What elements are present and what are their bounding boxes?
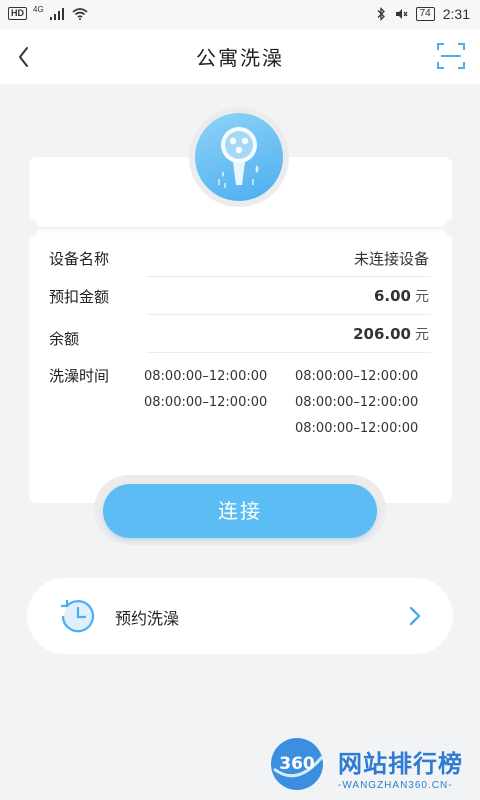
page-title: 公寓洗澡 [196,46,284,70]
status-left: HD 4G [8,5,88,20]
shower-head-icon [218,127,259,188]
prepay-label: 预扣金额 [49,288,110,306]
network-label: 4G [33,5,44,14]
bluetooth-icon [377,7,385,21]
device-label: 设备名称 [49,250,110,268]
status-right: 74 2:31 [376,6,470,22]
booking-label: 预约洗澡 [115,609,180,628]
status-bar: HD 4G 74 2:31 [0,0,480,30]
watermark-subtitle: -WANGZHAN360.CN- [338,780,453,791]
time-slot: 08:00:00–12:00:00 [144,369,268,384]
time-label: 洗澡时间 [49,367,110,385]
shower-badge-inner [195,113,283,201]
wifi-icon [72,7,88,20]
booking-arrow [405,604,425,628]
watermark-360-icon: 360 [271,738,324,790]
connect-button[interactable]: 连接 [103,484,377,538]
scan-icon [437,43,465,69]
balance-amount: 206.00 [353,325,411,343]
device-value: 未连接设备 [353,250,429,268]
device-row: 设备名称 未连接设备 [49,239,431,277]
time-slot: 08:00:00–12:00:00 [295,421,419,436]
time-slot: 08:00:00–12:00:00 [144,395,268,410]
status-time: 2:31 [442,6,470,22]
chevron-right-icon [409,606,421,626]
card-notch-right [443,219,461,237]
card-notch-left [20,219,38,237]
hd-badge: HD [8,7,27,20]
balance-label: 余额 [49,330,80,348]
nav-bar: 公寓洗澡 [0,30,480,84]
prepay-value: 6.00 元 [374,286,429,306]
info-card: 设备名称 未连接设备 预扣金额 6.00 元 余额 206.00 元 洗澡时间 08… [20,157,461,503]
signal-icon [49,7,64,20]
page: HD 4G 74 2:31 公寓洗澡 设备名称 未连接设备 预扣金额 6.00 … [0,0,480,800]
clock-history-icon [61,600,95,633]
prepay-unit: 元 [415,289,429,305]
scan-button[interactable] [434,39,468,73]
watermark-title: 网站排行榜 [338,750,463,778]
booking-icon-wrap [55,594,99,638]
balance-value: 206.00 元 [353,324,429,344]
battery-indicator: 74 [415,7,435,21]
prepay-amount: 6.00 [373,287,411,305]
time-slot: 08:00:00–12:00:00 [295,369,419,384]
balance-unit: 元 [415,327,429,343]
shower-badge [189,107,289,207]
prepay-row: 预扣金额 6.00 元 [49,277,431,315]
watermark-logo-text: 360 [279,754,315,774]
time-slot: 08:00:00–12:00:00 [295,395,419,410]
row-divider [147,352,431,353]
booking-card[interactable]: 预约洗澡 [27,578,453,654]
mute-icon [395,9,408,19]
balance-row: 余额 206.00 元 [49,315,431,353]
watermark-logo: 360 [268,735,326,793]
